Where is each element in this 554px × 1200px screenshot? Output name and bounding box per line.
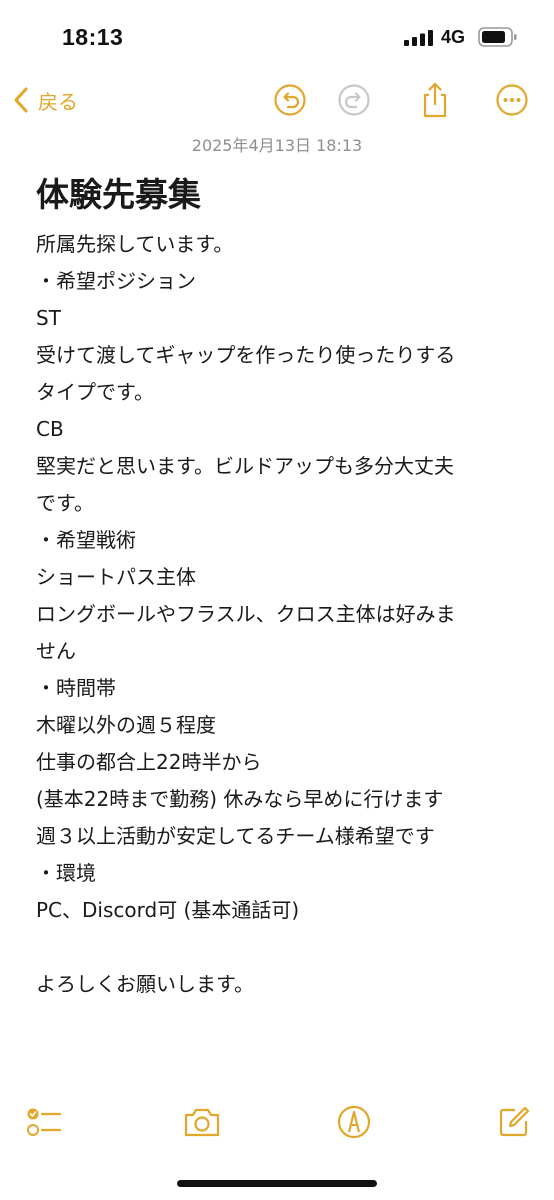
camera-icon xyxy=(184,1108,220,1137)
note-line: です。 xyxy=(36,491,94,515)
undo-icon xyxy=(274,84,306,116)
note-line: タイプです。 xyxy=(36,380,154,404)
status-bar: 18:13 4G xyxy=(0,0,554,76)
network-type: 4G xyxy=(441,27,466,47)
note-body[interactable]: 所属先探しています。 ・希望ポジション ST 受けて渡してギャップを作ったり使ったりす… xyxy=(36,226,526,1003)
home-indicator[interactable] xyxy=(177,1180,377,1187)
more-icon xyxy=(496,84,528,116)
battery-icon xyxy=(478,27,517,47)
note-toolbar: 戻る xyxy=(0,76,554,124)
redo-icon xyxy=(338,84,370,116)
note-line: (基本22時まで勤務) 休みなら早めに行けます xyxy=(36,787,444,811)
back-button[interactable]: 戻る xyxy=(12,82,78,118)
notes-screen: 18:13 4G 戻る 2025年4月13日 18:13 体験先募集 所属先探し… xyxy=(0,0,554,1200)
more-button[interactable] xyxy=(494,80,530,120)
note-line: PC、Discord可 (基本通話可) xyxy=(36,898,300,922)
undo-button[interactable] xyxy=(272,80,308,120)
chevron-left-icon xyxy=(14,87,28,113)
note-line: 受けて渡してギャップを作ったり使ったりする xyxy=(36,343,456,367)
checklist-button[interactable] xyxy=(24,1102,64,1142)
share-icon xyxy=(423,82,447,118)
note-line: 仕事の都合上22時半から xyxy=(36,750,262,774)
markup-icon xyxy=(337,1105,371,1139)
note-date: 2025年4月13日 18:13 xyxy=(191,136,363,155)
note-line: ショートパス主体 xyxy=(36,565,196,589)
share-button[interactable] xyxy=(417,80,453,120)
back-label: 戻る xyxy=(38,89,78,114)
note-line: 週３以上活動が安定してるチーム様希望です xyxy=(36,824,435,848)
note-line: 堅実だと思います。ビルドアップも多分大丈夫 xyxy=(36,454,454,478)
note-title[interactable]: 体験先募集 xyxy=(36,168,201,216)
note-line: ・希望戦術 xyxy=(36,528,136,552)
markup-button[interactable] xyxy=(334,1102,374,1142)
compose-icon xyxy=(499,1106,530,1137)
note-line: ロングボールやフラスル、クロス主体は好みま xyxy=(36,602,456,626)
status-time: 18:13 xyxy=(62,24,124,50)
redo-button[interactable] xyxy=(336,80,372,120)
note-line: 木曜以外の週５程度 xyxy=(36,713,216,737)
cellular-signal-icon xyxy=(404,30,433,46)
checklist-icon xyxy=(27,1108,62,1136)
note-line: CB xyxy=(36,417,64,441)
note-line: ST xyxy=(36,306,61,330)
note-line: せん xyxy=(36,639,76,663)
note-line: 所属先探しています。 xyxy=(36,232,234,256)
note-line: よろしくお願いします。 xyxy=(36,972,254,996)
note-line: ・環境 xyxy=(36,861,96,885)
note-line: ・希望ポジション xyxy=(36,269,196,293)
note-line: ・時間帯 xyxy=(36,676,116,700)
camera-button[interactable] xyxy=(182,1102,222,1142)
compose-button[interactable] xyxy=(494,1102,534,1142)
bottom-toolbar xyxy=(0,1098,554,1146)
note-blank-line xyxy=(36,929,526,966)
